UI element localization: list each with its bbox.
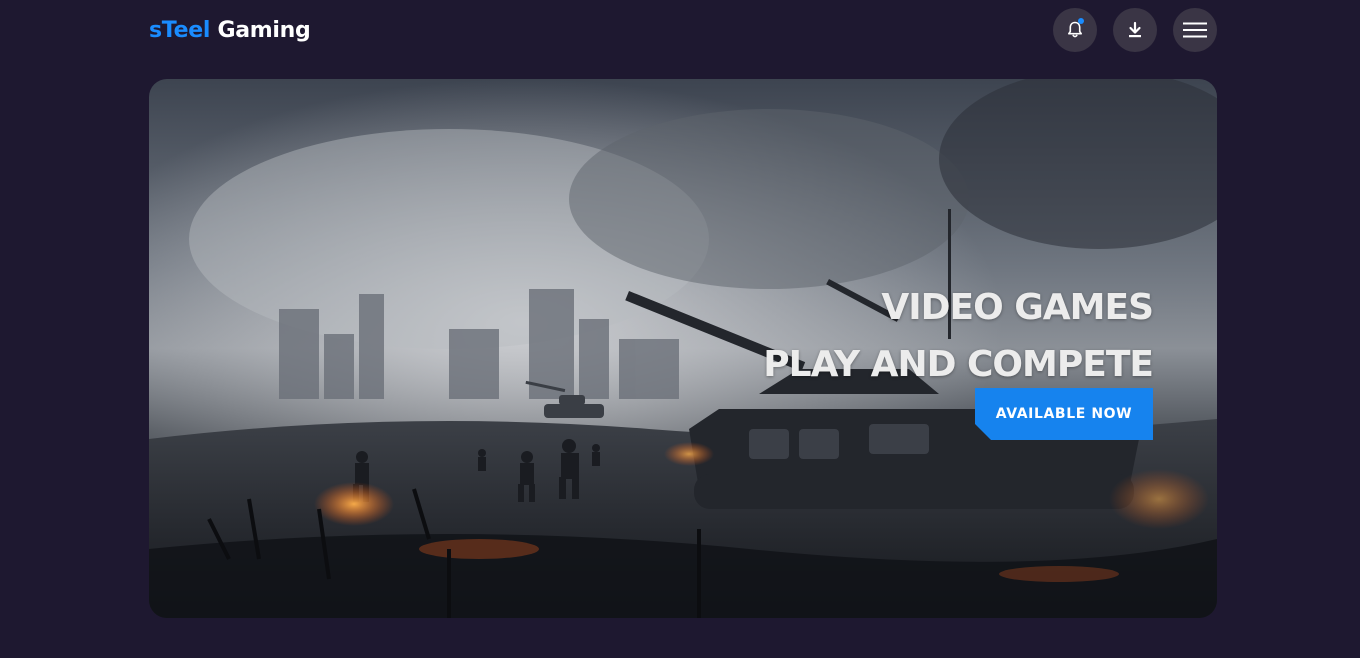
menu-button[interactable]	[1173, 8, 1217, 52]
header-actions	[1053, 8, 1217, 52]
hero-title-line-1: VIDEO GAMES	[881, 287, 1154, 328]
hero-title-line-2: PLAY AND COMPETE	[763, 344, 1154, 385]
brand-logo[interactable]: sTeel Gaming	[149, 17, 311, 43]
hero-headline: VIDEO GAMES PLAY AND COMPETE	[763, 279, 1154, 393]
download-icon	[1129, 21, 1141, 38]
brand-accent: sTeel	[149, 17, 211, 43]
available-now-button[interactable]: AVAILABLE NOW	[975, 388, 1153, 440]
hero-banner: VIDEO GAMES PLAY AND COMPETE AVAILABLE N…	[149, 79, 1217, 618]
notifications-button[interactable]	[1053, 8, 1097, 52]
notification-dot	[1078, 18, 1084, 24]
brand-main: Gaming	[217, 17, 311, 43]
site-header: sTeel Gaming	[149, 8, 1217, 52]
download-button[interactable]	[1113, 8, 1157, 52]
hamburger-icon	[1183, 22, 1207, 38]
